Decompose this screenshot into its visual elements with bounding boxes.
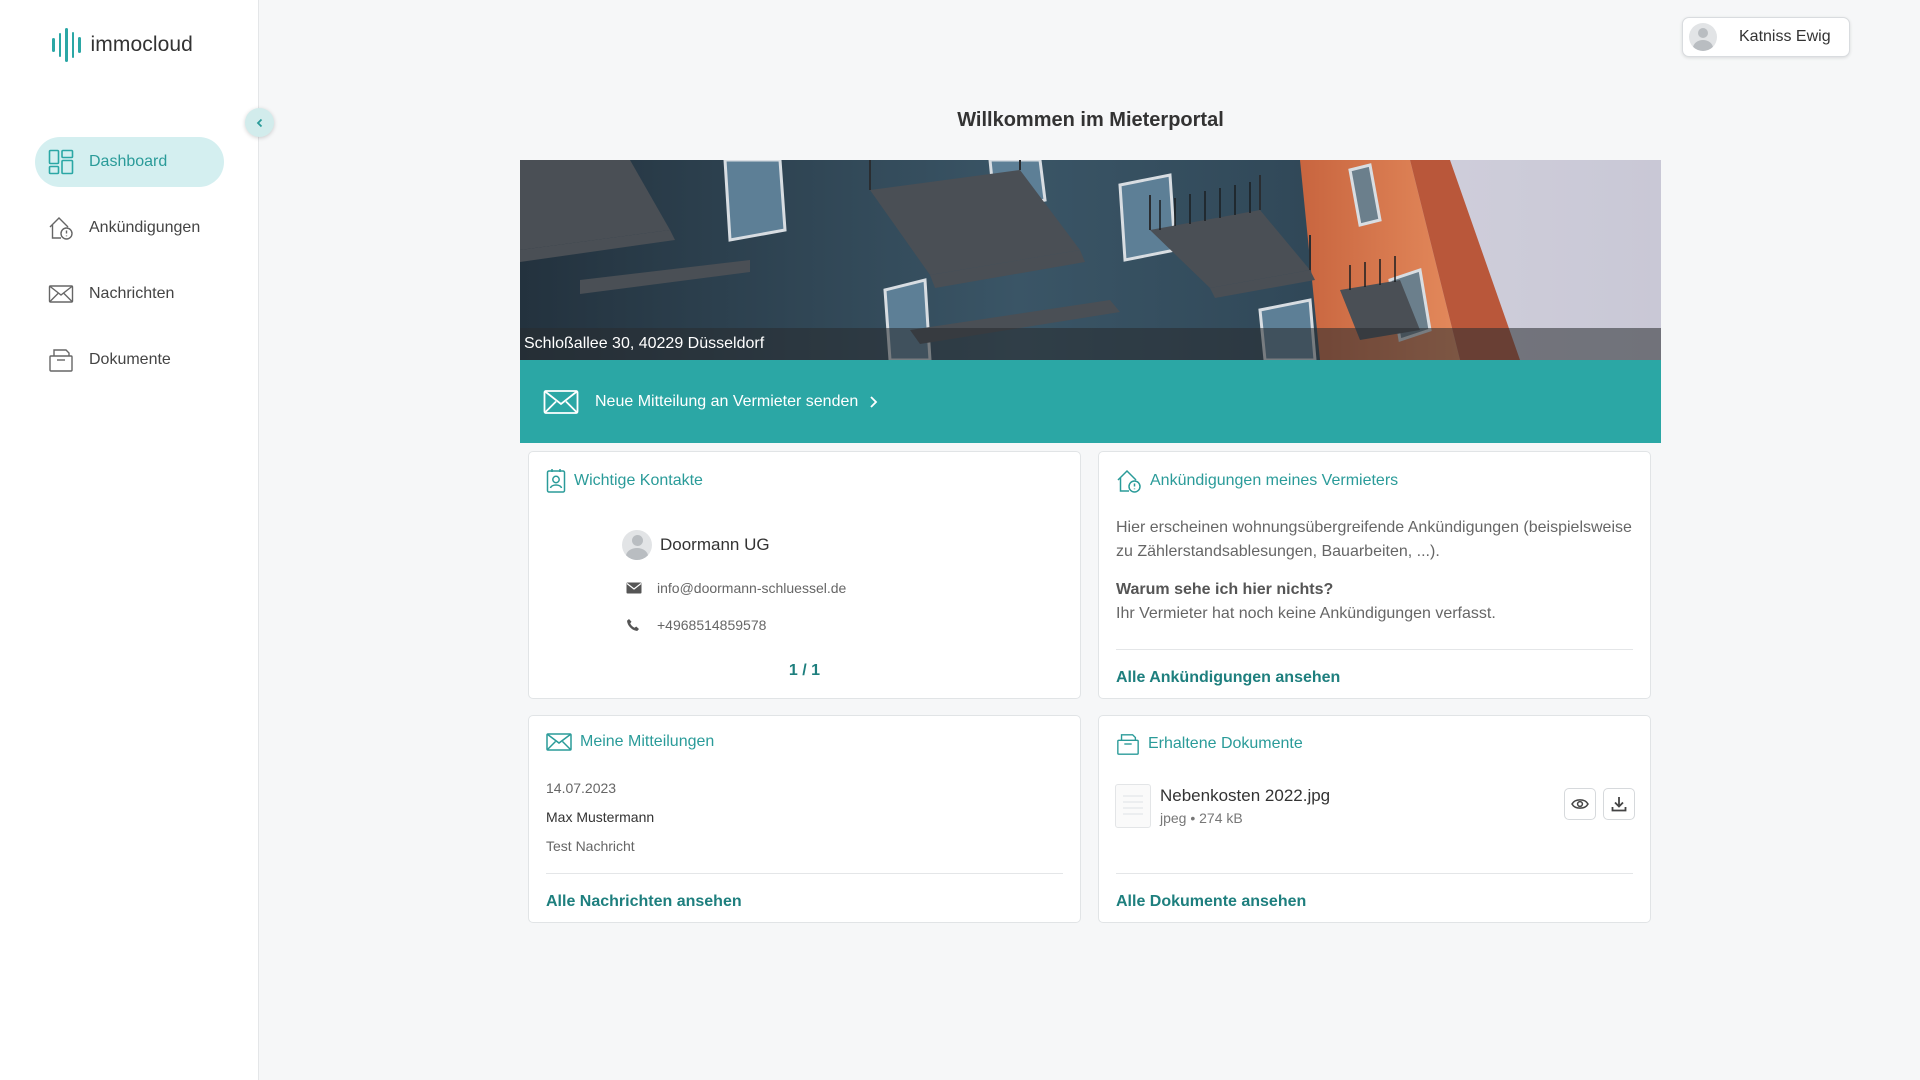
sidebar-item-label: Dokumente (89, 351, 171, 368)
contact-phone[interactable]: +4968514859578 (626, 617, 766, 633)
envelope-icon (48, 281, 74, 307)
all-documents-link[interactable]: Alle Dokumente ansehen (1116, 893, 1306, 911)
all-announcements-link[interactable]: Alle Ankündigungen ansehen (1116, 669, 1340, 687)
house-announcement-icon (48, 215, 74, 241)
announcements-answer: Ihr Vermieter hat noch keine Ankündigung… (1116, 605, 1496, 622)
announcements-card: Ankündigungen meines Vermieters Hier ers… (1098, 451, 1651, 699)
chevron-right-icon (870, 395, 878, 408)
announcements-title: Ankündigungen meines Vermieters (1150, 472, 1399, 489)
contact-name: Doormann UG (660, 535, 770, 554)
divider (1116, 873, 1633, 874)
sidebar-item-label: Dashboard (89, 153, 168, 170)
sidebar: immocloud Dashboard Ankündigungen Nachri… (0, 0, 259, 1080)
user-name: Katniss Ewig (1739, 28, 1831, 45)
contacts-pager: 1 / 1 (788, 662, 821, 679)
avatar (1689, 23, 1717, 51)
contact-card-icon (546, 468, 566, 494)
property-image: Schloßallee 30, 40229 Düsseldorf (520, 160, 1661, 360)
preview-document-button[interactable] (1564, 788, 1596, 820)
envelope-icon (543, 389, 579, 414)
messages-title: Meine Mitteilungen (580, 733, 715, 750)
phone-icon (626, 618, 642, 632)
sidebar-item-announcements[interactable]: Ankündigungen (35, 203, 224, 253)
house-announcement-icon (1116, 468, 1142, 494)
send-message-banner[interactable]: Neue Mitteilung an Vermieter senden (520, 360, 1661, 443)
send-message-label: Neue Mitteilung an Vermieter senden (595, 392, 859, 410)
app-logo[interactable]: immocloud (52, 28, 193, 62)
eye-icon (1571, 799, 1589, 809)
contact-email-text: info@doormann-schluessel.de (657, 580, 847, 596)
chevron-left-icon (256, 118, 262, 127)
card-title: Erhaltene Dokumente (1116, 732, 1303, 756)
card-title: Ankündigungen meines Vermieters (1116, 468, 1398, 494)
dashboard-icon (48, 149, 74, 175)
sidebar-nav: Dashboard Ankündigungen Nachrichten Doku… (35, 137, 224, 401)
card-title: Meine Mitteilungen (546, 732, 714, 752)
mail-icon (626, 582, 642, 594)
envelope-icon (546, 732, 572, 752)
received-documents-card: Erhaltene Dokumente Nebenkosten 2022.jpg… (1098, 715, 1651, 923)
download-icon (1611, 797, 1627, 812)
document-name[interactable]: Nebenkosten 2022.jpg (1160, 786, 1330, 806)
divider (546, 873, 1063, 874)
announcements-question: Warum sehe ich hier nichts? (1116, 581, 1334, 598)
document-box-icon (1116, 732, 1140, 756)
contact-email[interactable]: info@doormann-schluessel.de (626, 580, 846, 596)
property-address: Schloßallee 30, 40229 Düsseldorf (520, 328, 1661, 360)
document-thumbnail[interactable] (1115, 784, 1151, 828)
all-messages-link[interactable]: Alle Nachrichten ansehen (546, 893, 742, 911)
document-box-icon (48, 347, 74, 373)
sidebar-item-label: Ankündigungen (89, 219, 201, 236)
message-sender[interactable]: Max Mustermann (546, 809, 654, 825)
my-messages-card: Meine Mitteilungen 14.07.2023 Max Muster… (528, 715, 1081, 923)
app-name: immocloud (90, 33, 193, 56)
sidebar-item-label: Nachrichten (89, 285, 175, 302)
sidebar-item-messages[interactable]: Nachrichten (35, 269, 224, 319)
divider (1116, 649, 1633, 650)
contact-phone-text: +4968514859578 (657, 617, 767, 633)
message-date: 14.07.2023 (546, 780, 617, 796)
documents-title: Erhaltene Dokumente (1148, 735, 1303, 752)
contact-item: Doormann UG (622, 530, 770, 560)
sidebar-item-dashboard[interactable]: Dashboard (35, 137, 224, 187)
download-document-button[interactable] (1603, 788, 1635, 820)
important-contacts-card: Wichtige Kontakte Doormann UG info@doorm… (528, 451, 1081, 699)
message-subject[interactable]: Test Nachricht (546, 838, 635, 854)
document-info: jpeg • 274 kB (1160, 810, 1243, 826)
sidebar-item-documents[interactable]: Dokumente (35, 335, 224, 385)
user-menu-button[interactable]: Katniss Ewig (1682, 17, 1850, 57)
card-title: Wichtige Kontakte (546, 468, 703, 494)
contacts-title: Wichtige Kontakte (574, 472, 703, 489)
contact-avatar (622, 530, 652, 560)
sidebar-collapse-button[interactable] (245, 108, 274, 137)
announcements-description: Hier erscheinen wohnungsübergreifende An… (1116, 519, 1632, 560)
logo-bars-icon (52, 28, 81, 62)
page-title: Willkommen im Mieterportal (957, 109, 1224, 131)
